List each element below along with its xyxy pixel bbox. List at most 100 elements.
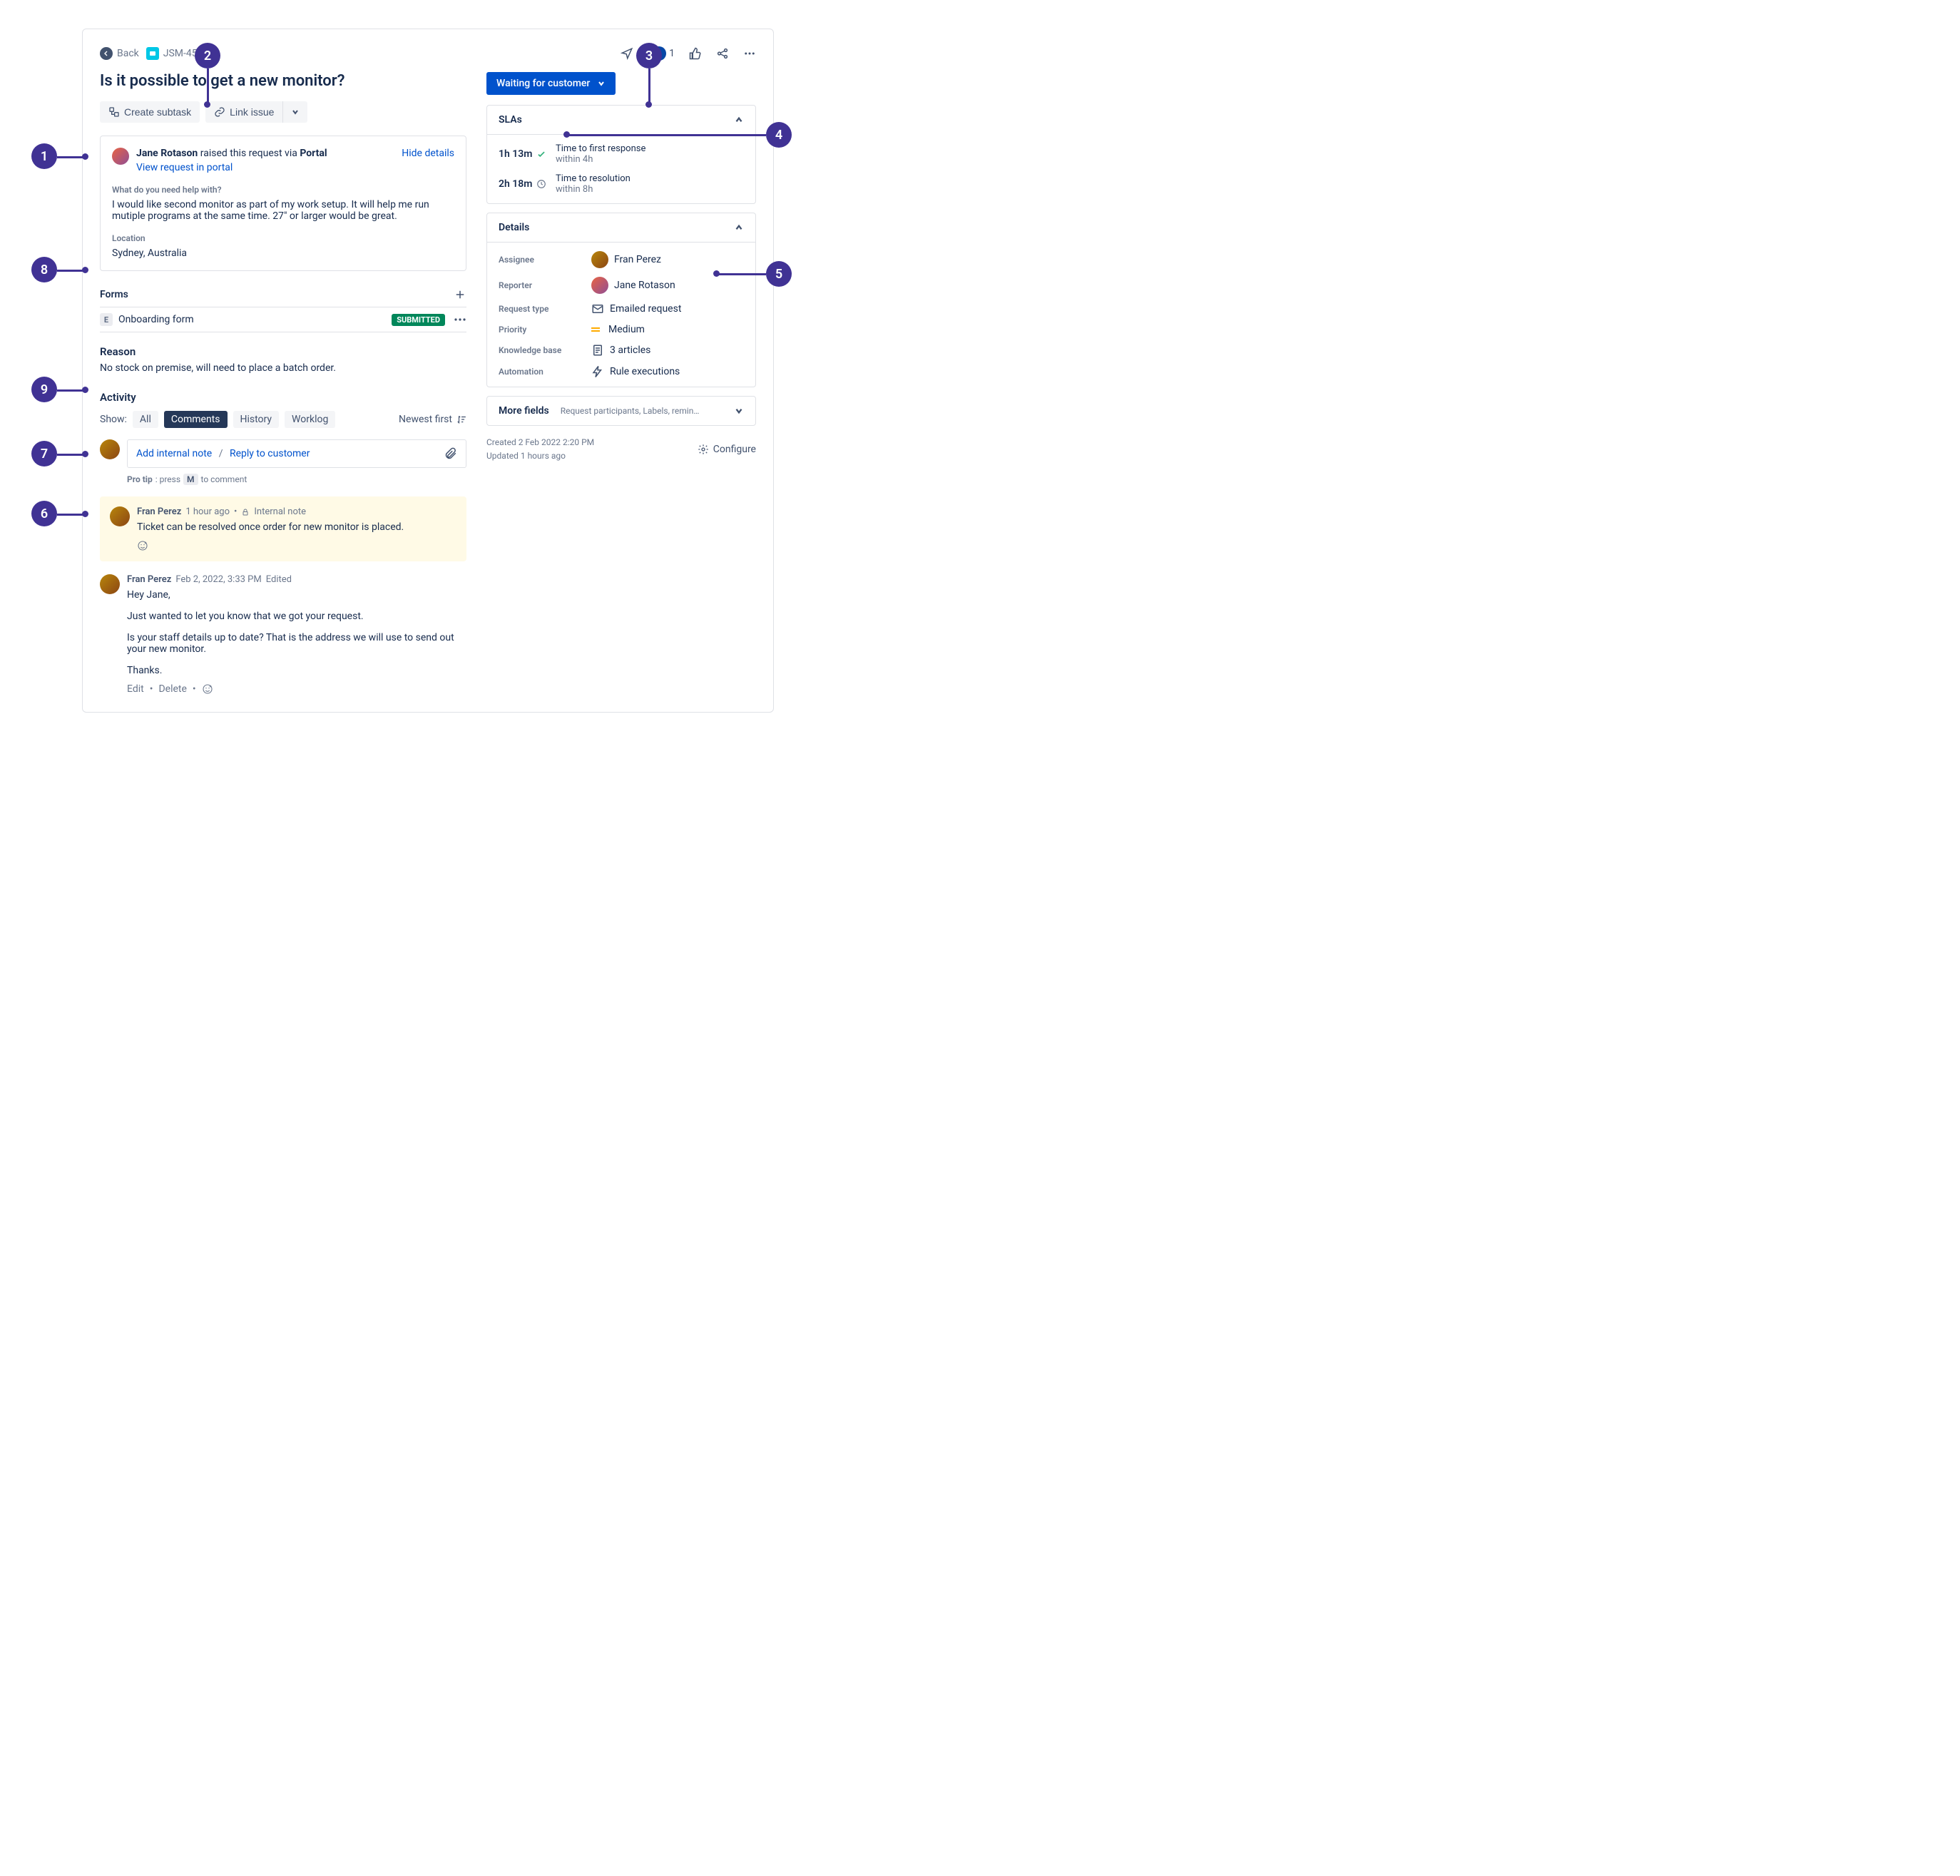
add-internal-note-tab[interactable]: Add internal note (136, 448, 212, 459)
kb-value: 3 articles (610, 345, 650, 356)
emoji-add-icon (137, 540, 148, 551)
chevron-down-icon (292, 108, 299, 116)
configure-button[interactable]: Configure (698, 436, 756, 463)
delete-comment-link[interactable]: Delete (158, 683, 186, 695)
bolt-icon (591, 365, 604, 378)
kb-field[interactable]: 3 articles (591, 344, 650, 357)
sort-icon (456, 414, 466, 424)
gear-icon (698, 444, 709, 455)
create-subtask-button[interactable]: Create subtask (100, 101, 200, 123)
comment-sep: / (219, 448, 223, 459)
edit-comment-link[interactable]: Edit (127, 683, 144, 695)
comment-input[interactable]: Add internal note / Reply to customer (127, 439, 466, 468)
status-dropdown[interactable]: Waiting for customer (486, 72, 616, 95)
article-icon (591, 344, 604, 357)
add-form-button[interactable] (454, 288, 466, 301)
tab-worklog[interactable]: Worklog (285, 411, 335, 428)
comment-reaction-button[interactable] (202, 683, 213, 695)
sla-time-1: 1h 13m (499, 148, 532, 160)
tab-all[interactable]: All (133, 411, 158, 428)
priority-medium-icon (591, 324, 603, 335)
sla-sub-2: within 8h (556, 184, 631, 195)
issue-title[interactable]: Is it possible to get a new monitor? (100, 72, 466, 90)
subtask-icon (108, 106, 120, 118)
internal-note: Fran Perez 1 hour ago • Internal note Ti… (100, 496, 466, 561)
request-type-value: Emailed request (610, 303, 681, 315)
help-question-label: What do you need help with? (112, 185, 454, 195)
note-dot: • (234, 506, 237, 517)
slas-heading: SLAs (499, 114, 522, 126)
more-actions-button[interactable] (743, 47, 756, 60)
link-issue-dropdown[interactable] (283, 101, 307, 123)
callout-8: 8 (31, 257, 57, 282)
chevron-down-icon (597, 79, 606, 88)
sort-button[interactable]: Newest first (399, 414, 466, 425)
note-author-avatar (110, 506, 130, 526)
show-label: Show: (100, 414, 127, 425)
create-subtask-label: Create subtask (124, 106, 191, 118)
check-icon (536, 149, 546, 159)
back-arrow-icon (100, 47, 113, 60)
back-label: Back (117, 48, 139, 59)
reason-body: No stock on premise, will need to place … (100, 362, 466, 374)
priority-field[interactable]: Medium (591, 324, 645, 335)
reply-to-customer-tab[interactable]: Reply to customer (230, 448, 310, 459)
link-issue-label: Link issue (230, 106, 274, 118)
kebab-icon (454, 317, 466, 322)
callout-5: 5 (766, 261, 792, 287)
callout-4: 4 (766, 122, 792, 148)
request-type-label: Request type (499, 304, 591, 314)
reason-section: Reason No stock on premise, will need to… (100, 345, 466, 374)
form-external-badge: E (100, 313, 113, 326)
attach-button[interactable] (444, 447, 457, 460)
vote-button[interactable] (689, 47, 702, 60)
feedback-button[interactable] (621, 47, 633, 60)
assignee-avatar (591, 251, 608, 268)
plus-icon (454, 288, 466, 301)
location-value: Sydney, Australia (112, 248, 454, 259)
internal-note-label: Internal note (254, 506, 306, 517)
callout-7: 7 (31, 441, 57, 467)
breadcrumb: Back JSM-456 (100, 47, 203, 60)
priority-label: Priority (499, 325, 591, 335)
clock-icon (536, 179, 546, 189)
hide-details-link[interactable]: Hide details (402, 148, 454, 159)
tab-comments[interactable]: Comments (164, 411, 228, 428)
chevron-up-icon (734, 115, 744, 125)
sla-time-2: 2h 18m (499, 178, 532, 190)
sla-row-1: 1h 13m Time to first response within 4h (499, 143, 744, 165)
request-details-panel: Jane Rotason raised this request via Por… (100, 136, 466, 271)
configure-label: Configure (713, 444, 756, 455)
comment-edited: Edited (266, 574, 292, 585)
link-issue-button[interactable]: Link issue (205, 101, 283, 123)
email-icon (591, 302, 604, 315)
paperclip-icon (444, 447, 457, 460)
callout-6: 6 (31, 501, 57, 526)
slas-header[interactable]: SLAs (487, 106, 755, 135)
current-user-avatar (100, 439, 120, 459)
tab-history[interactable]: History (233, 411, 280, 428)
form-row[interactable]: E Onboarding form SUBMITTED (100, 307, 466, 332)
activity-section: Activity Show: All Comments History Work… (100, 391, 466, 695)
automation-field[interactable]: Rule executions (591, 365, 680, 378)
add-reaction-button[interactable] (137, 540, 456, 551)
note-author[interactable]: Fran Perez (137, 506, 181, 517)
status-label: Waiting for customer (496, 78, 590, 89)
comment-p3: Is your staff details up to date? That i… (127, 632, 466, 655)
comment-author[interactable]: Fran Perez (127, 574, 171, 585)
reporter-label: Reporter (499, 280, 591, 290)
assignee-name: Fran Perez (614, 254, 661, 265)
details-header[interactable]: Details (487, 213, 755, 243)
form-more-button[interactable] (454, 317, 466, 322)
request-type-field[interactable]: Emailed request (591, 302, 681, 315)
back-button[interactable]: Back (100, 47, 139, 60)
reporter-field[interactable]: Jane Rotason (591, 277, 675, 294)
assignee-field[interactable]: Fran Perez (591, 251, 661, 268)
more-fields-panel[interactable]: More fields Request participants, Labels… (486, 396, 756, 426)
priority-value: Medium (608, 324, 645, 335)
view-in-portal-link[interactable]: View request in portal (136, 162, 233, 173)
sla-title-1: Time to first response (556, 143, 645, 154)
comment: Fran Perez Feb 2, 2022, 3:33 PM Edited H… (100, 574, 466, 695)
share-button[interactable] (716, 47, 729, 60)
pro-tip-pre: Pro tip (127, 474, 153, 484)
